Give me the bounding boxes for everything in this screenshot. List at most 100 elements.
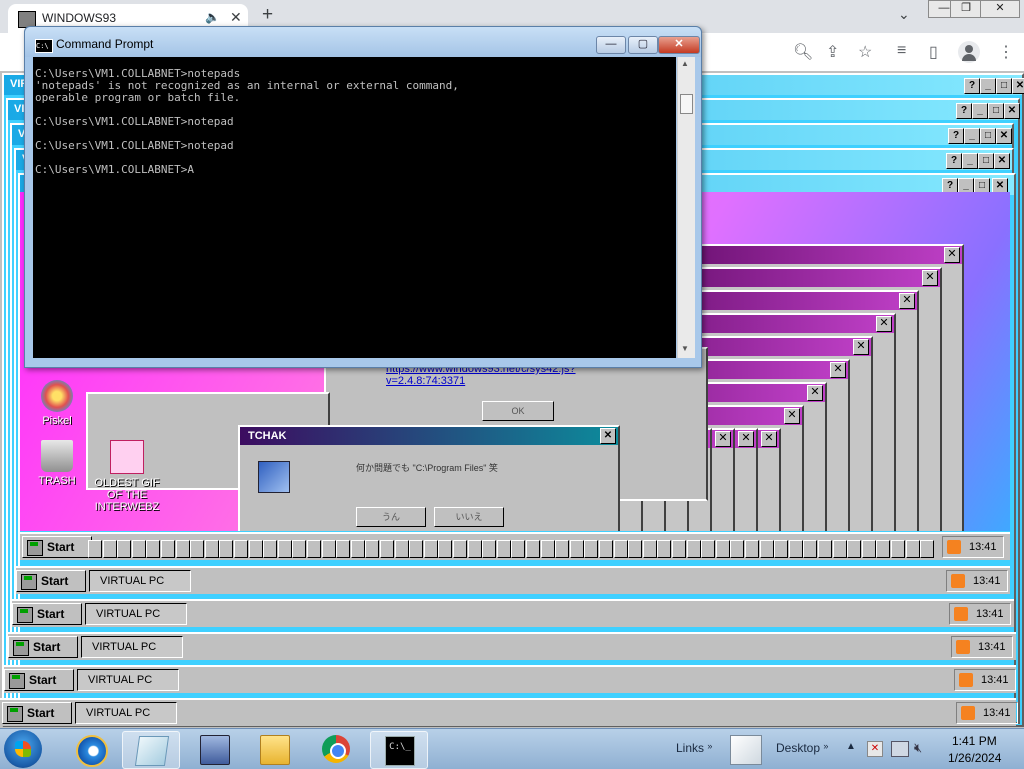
minimize-icon[interactable]: _: [962, 153, 978, 169]
virtual-pc-task[interactable]: VIRTUAL PC: [85, 603, 187, 625]
mini-task-button[interactable]: [409, 540, 424, 558]
mini-task-button[interactable]: [759, 540, 774, 558]
close-icon[interactable]: ✕: [784, 408, 800, 424]
mini-task-button[interactable]: [526, 540, 540, 558]
mini-task-button[interactable]: [248, 540, 263, 558]
mini-task-button[interactable]: [496, 540, 511, 558]
mini-task-button[interactable]: [832, 540, 847, 558]
mini-task-button[interactable]: [628, 540, 643, 558]
mini-task-button[interactable]: [307, 540, 321, 558]
mini-task-button[interactable]: [774, 540, 789, 558]
start-button[interactable]: Start: [16, 570, 86, 592]
taskbar-app-chrome[interactable]: [308, 731, 364, 767]
mini-task-button[interactable]: [511, 540, 526, 558]
close-icon[interactable]: ✕: [996, 128, 1012, 144]
mini-task-button[interactable]: [336, 540, 351, 558]
close-icon[interactable]: ✕: [1004, 103, 1020, 119]
mini-task-button[interactable]: [350, 540, 365, 558]
help-icon[interactable]: ?: [946, 153, 962, 169]
minimize-button[interactable]: —: [596, 36, 626, 54]
trash-desktop-icon[interactable]: TRASH: [22, 440, 92, 487]
mini-task-button[interactable]: [569, 540, 584, 558]
links-toolbar[interactable]: Links »: [676, 741, 712, 755]
taskbar-app-internet-explorer[interactable]: [62, 731, 118, 767]
mini-task-button[interactable]: [131, 540, 146, 558]
maximize-icon[interactable]: □: [988, 103, 1004, 119]
maximize-icon[interactable]: □: [978, 153, 994, 169]
mini-task-button[interactable]: [905, 540, 920, 558]
show-hidden-icons-icon[interactable]: ▲: [846, 741, 856, 752]
scroll-thumb[interactable]: [680, 94, 693, 114]
mini-task-button[interactable]: [146, 540, 161, 558]
media-queue-icon[interactable]: ≡: [897, 42, 906, 60]
mini-task-button[interactable]: [642, 540, 657, 558]
mini-task-button[interactable]: [788, 540, 803, 558]
mini-task-button[interactable]: [584, 540, 599, 558]
profile-icon[interactable]: [958, 41, 980, 63]
close-icon[interactable]: ✕: [899, 293, 915, 309]
mini-task-button[interactable]: [102, 540, 117, 558]
side-panel-icon[interactable]: ▯: [929, 42, 938, 62]
mini-task-button[interactable]: [380, 540, 394, 558]
virtual-pc-task[interactable]: VIRTUAL PC: [77, 669, 179, 691]
restore-button[interactable]: ❐: [950, 0, 982, 18]
mini-task-button[interactable]: [672, 540, 686, 558]
close-icon[interactable]: ✕: [830, 362, 846, 378]
mini-task-button[interactable]: [88, 540, 102, 558]
start-button[interactable]: Start: [12, 603, 82, 625]
mini-task-button[interactable]: [540, 540, 555, 558]
close-icon[interactable]: ✕: [922, 270, 938, 286]
mini-task-button[interactable]: [482, 540, 497, 558]
close-icon[interactable]: ✕: [807, 385, 823, 401]
mini-task-button[interactable]: [920, 540, 935, 558]
mini-task-button[interactable]: [321, 540, 336, 558]
close-icon[interactable]: ✕: [738, 431, 754, 447]
mini-task-button[interactable]: [190, 540, 205, 558]
desktop-toolbar[interactable]: Desktop »: [776, 741, 828, 755]
mini-task-button[interactable]: [818, 540, 832, 558]
mini-task-button[interactable]: [117, 540, 132, 558]
mini-task-button[interactable]: [467, 540, 482, 558]
network-icon[interactable]: [891, 741, 909, 757]
mini-task-button[interactable]: [803, 540, 818, 558]
mini-task-button[interactable]: [365, 540, 380, 558]
ok-button[interactable]: OK: [482, 401, 554, 421]
close-icon[interactable]: ✕: [230, 9, 242, 26]
command-prompt-window[interactable]: C:\ Command Prompt — ▢ ✕ C:\Users\VM1.CO…: [24, 26, 702, 368]
mini-task-button[interactable]: [263, 540, 278, 558]
oldest-gif-desktop-icon[interactable]: OLDEST GIF OF THE INTERWEBZ: [92, 440, 162, 513]
mini-task-button[interactable]: [204, 540, 219, 558]
mini-task-button[interactable]: [438, 540, 453, 558]
mini-task-button[interactable]: [686, 540, 701, 558]
virtual-pc-task[interactable]: VIRTUAL PC: [81, 636, 183, 658]
virtual-pc-task[interactable]: VIRTUAL PC: [75, 702, 177, 724]
share-icon[interactable]: ⇪: [826, 42, 839, 62]
close-button[interactable]: ✕: [658, 36, 700, 54]
scroll-up-icon[interactable]: ▲: [681, 59, 689, 68]
mini-task-button[interactable]: [657, 540, 672, 558]
virtual-pc-task[interactable]: VIRTUAL PC: [89, 570, 191, 592]
piskel-desktop-icon[interactable]: Piskel: [22, 380, 92, 427]
close-icon[interactable]: ✕: [600, 428, 616, 444]
mini-task-button[interactable]: [715, 540, 730, 558]
close-icon[interactable]: ✕: [876, 316, 892, 332]
scroll-down-icon[interactable]: ▼: [681, 344, 689, 353]
chevron-down-icon[interactable]: ⌄: [898, 6, 910, 23]
mini-task-button[interactable]: [453, 540, 467, 558]
help-icon[interactable]: ?: [948, 128, 964, 144]
minimize-icon[interactable]: _: [980, 78, 996, 94]
start-button[interactable]: Start: [22, 536, 92, 558]
taskbar-app-notepad[interactable]: [122, 731, 180, 769]
mini-task-button[interactable]: [745, 540, 759, 558]
speaker-icon[interactable]: 🔈: [205, 10, 220, 24]
close-icon[interactable]: ✕: [994, 153, 1010, 169]
system-clock-time[interactable]: 1:41 PM: [952, 734, 997, 748]
close-button[interactable]: ✕: [980, 0, 1020, 18]
help-icon[interactable]: ?: [956, 103, 972, 119]
console-area[interactable]: C:\Users\VM1.COLLABNET>notepads 'notepad…: [33, 57, 676, 358]
start-button[interactable]: Start: [8, 636, 78, 658]
close-icon[interactable]: ✕: [715, 431, 731, 447]
mini-task-button[interactable]: [861, 540, 876, 558]
mini-task-button[interactable]: [847, 540, 862, 558]
close-icon[interactable]: ✕: [853, 339, 869, 355]
